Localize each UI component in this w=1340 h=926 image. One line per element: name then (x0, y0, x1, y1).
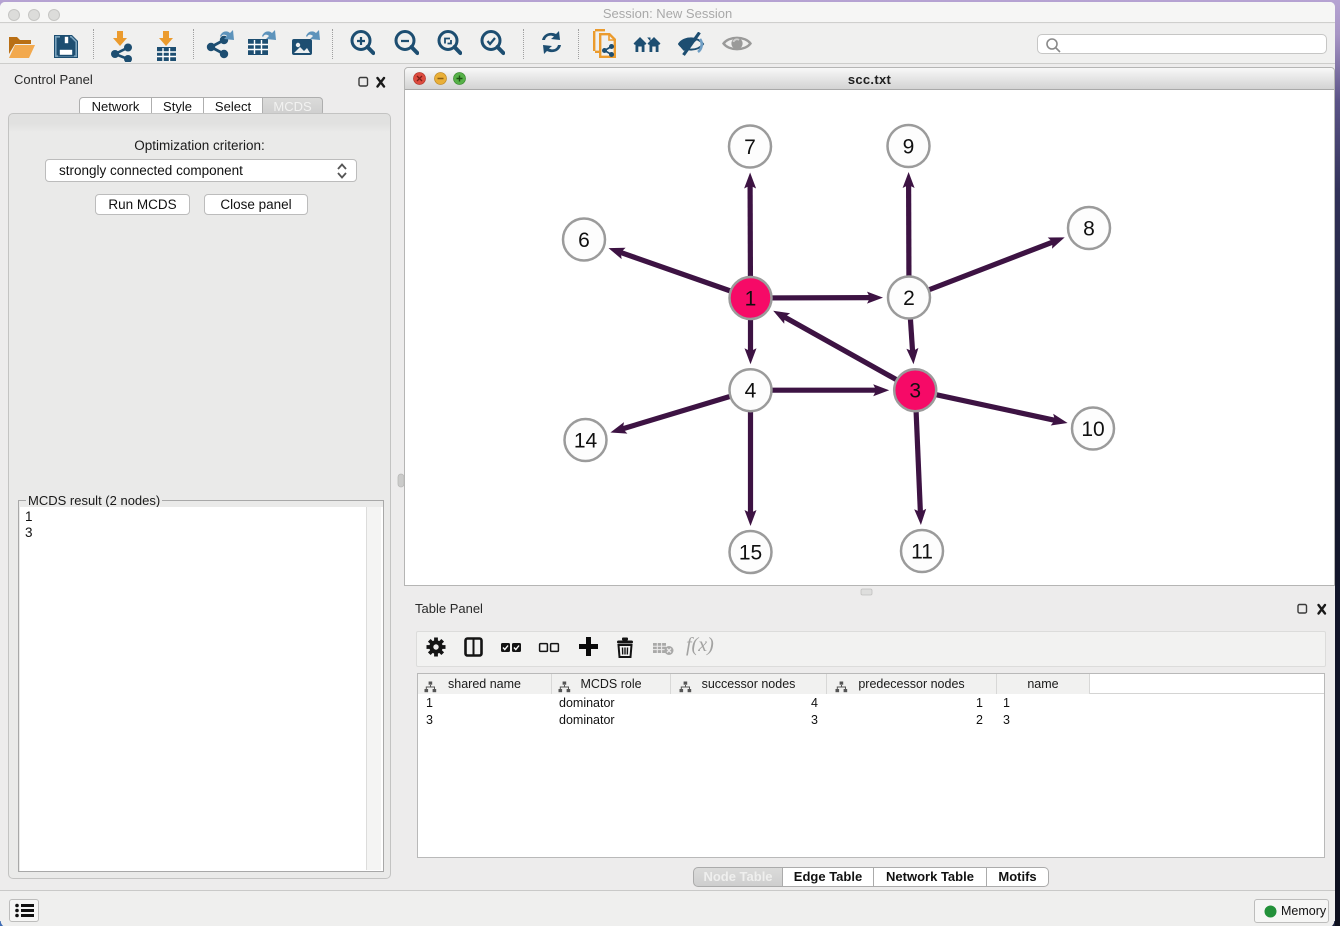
svg-text:7: 7 (744, 135, 756, 158)
svg-text:9: 9 (903, 135, 915, 158)
svg-text:15: 15 (739, 541, 762, 564)
svg-text:3: 3 (909, 379, 921, 402)
svg-text:1: 1 (745, 287, 757, 310)
svg-text:8: 8 (1083, 217, 1095, 240)
svg-text:2: 2 (903, 286, 915, 309)
svg-text:10: 10 (1081, 417, 1104, 440)
svg-text:6: 6 (578, 228, 590, 251)
svg-text:14: 14 (574, 429, 598, 452)
svg-text:4: 4 (745, 379, 757, 402)
svg-text:11: 11 (911, 540, 933, 563)
